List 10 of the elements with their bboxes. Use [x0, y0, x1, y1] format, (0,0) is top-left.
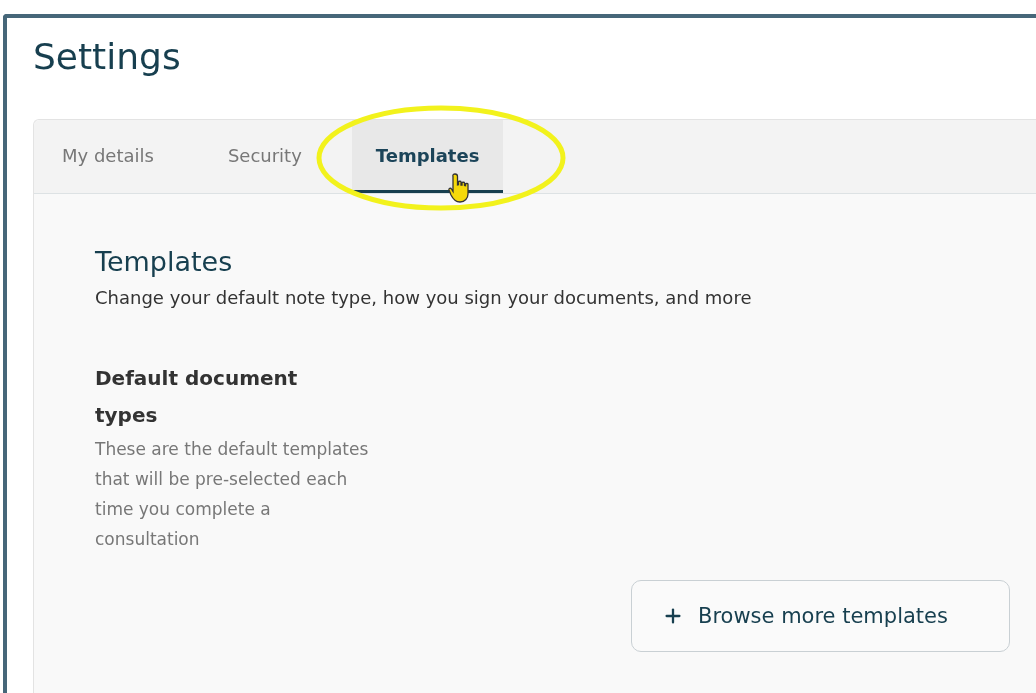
tab[interactable]: Security [203, 120, 326, 193]
tab[interactable]: Templates [351, 120, 504, 193]
tab[interactable]: My details [38, 120, 178, 193]
setting-description: These are the default templates that will be pre-selected each time you complete a consultation [95, 438, 370, 551]
browse-templates-button[interactable]: Browse more templates [631, 580, 1010, 652]
section-title: Templates [95, 246, 234, 277]
setting-title: Default document types [95, 365, 299, 429]
hand-cursor-icon [447, 172, 472, 204]
section-description: Change your default note type, how you sign your documents, and more [95, 287, 753, 308]
page-title: Settings [33, 36, 182, 77]
